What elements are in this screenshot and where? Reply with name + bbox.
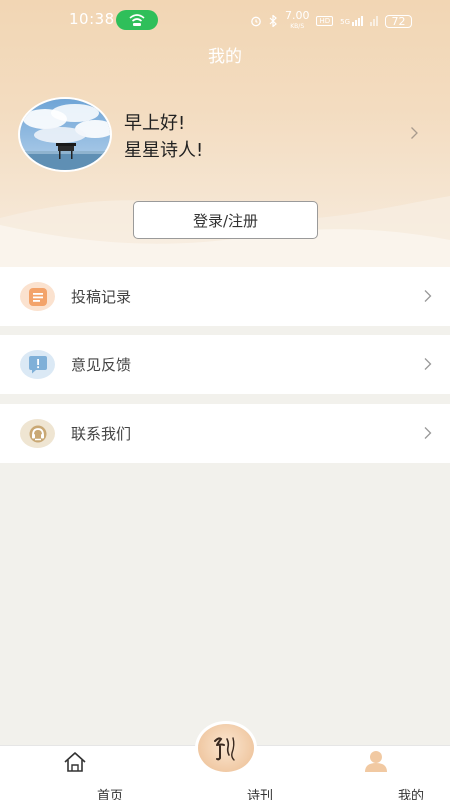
menu-item-label: 意见反馈 bbox=[71, 356, 132, 374]
status-icons: 7.00 KB/S HD 5G 72 bbox=[250, 9, 412, 31]
chevron-right-icon bbox=[424, 358, 432, 370]
tab-home[interactable]: 首页 bbox=[40, 746, 123, 800]
login-register-button[interactable]: 登录/注册 bbox=[133, 201, 318, 239]
hd-badge: HD bbox=[316, 16, 334, 26]
battery-icon: 72 bbox=[385, 14, 412, 28]
tab-mine-label: 我的 bbox=[397, 789, 424, 800]
menu-item-label: 投稿记录 bbox=[71, 288, 132, 306]
tab-mine[interactable]: 我的 bbox=[341, 746, 424, 800]
document-icon bbox=[20, 282, 55, 311]
tab-poetry-journal-label: 诗刊 bbox=[246, 789, 273, 800]
signal-icon-2 bbox=[370, 16, 378, 26]
feedback-icon bbox=[20, 350, 55, 379]
alarm-icon bbox=[251, 16, 261, 27]
menu-item-label: 联系我们 bbox=[71, 425, 132, 443]
chevron-right-icon bbox=[424, 290, 432, 302]
menu-item-contact-us[interactable]: 联系我们 bbox=[0, 404, 450, 463]
signal-icon: 5G bbox=[340, 16, 363, 26]
page-title: 我的 bbox=[208, 47, 242, 67]
bluetooth-icon bbox=[269, 15, 277, 27]
menu-item-feedback[interactable]: 意见反馈 bbox=[0, 335, 450, 394]
tab-home-label: 首页 bbox=[96, 789, 123, 800]
person-icon bbox=[365, 751, 387, 772]
greeting-line-2: 星星诗人! bbox=[124, 140, 204, 161]
greeting-line-1: 早上好! bbox=[124, 113, 186, 134]
wifi-hotspot-icon bbox=[116, 10, 158, 30]
home-icon bbox=[64, 752, 86, 772]
menu-item-submission-records[interactable]: 投稿记录 bbox=[0, 267, 450, 326]
avatar[interactable] bbox=[18, 97, 112, 172]
status-time: 10:38 bbox=[69, 10, 115, 28]
calligraphy-logo-icon[interactable] bbox=[198, 724, 254, 772]
network-speed: 7.00 KB/S bbox=[284, 9, 310, 30]
status-bar: 10:38 7.00 KB/S HD 5G 72 bbox=[0, 0, 450, 40]
chevron-right-icon[interactable] bbox=[410, 126, 419, 140]
contact-icon bbox=[20, 419, 55, 448]
chevron-right-icon bbox=[424, 427, 432, 439]
